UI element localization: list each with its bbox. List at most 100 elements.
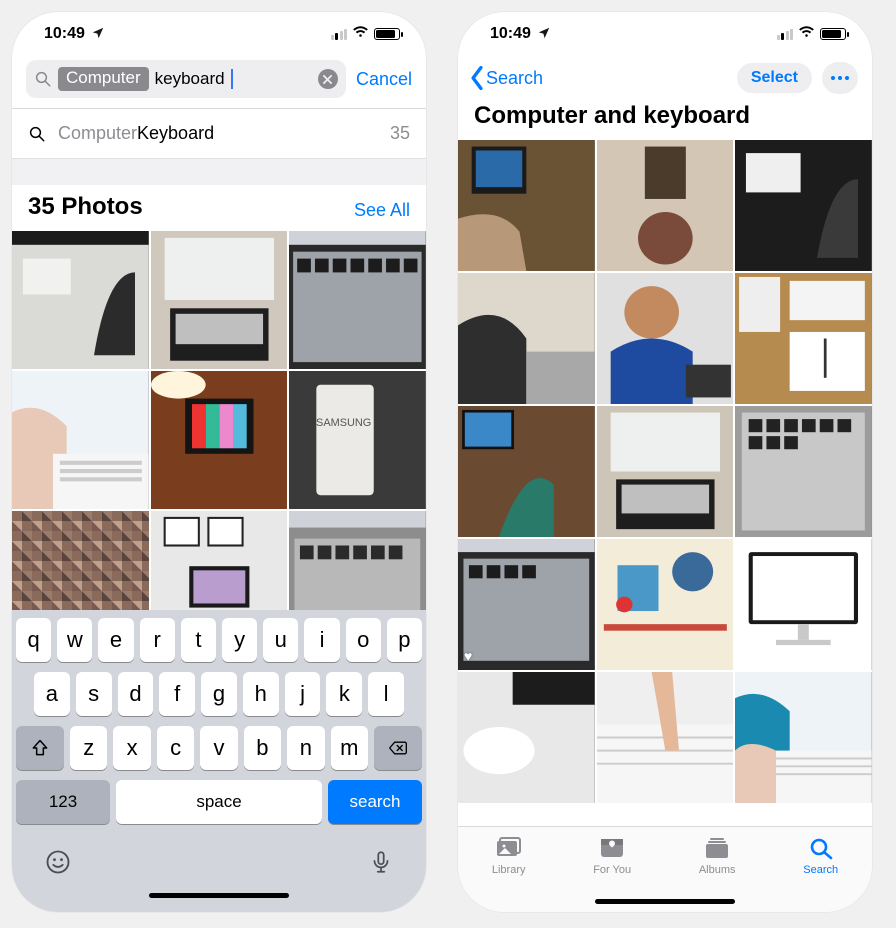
photo-thumb[interactable] [458, 406, 595, 537]
key-s[interactable]: s [76, 672, 112, 716]
key-f[interactable]: f [159, 672, 195, 716]
photo-thumb[interactable] [289, 231, 426, 369]
key-z[interactable]: z [70, 726, 107, 770]
status-bar: 10:49 [458, 12, 872, 56]
home-indicator[interactable] [595, 899, 735, 904]
key-a[interactable]: a [34, 672, 70, 716]
tab-bar: Library For You Albums Search [458, 826, 872, 912]
photo-thumb[interactable] [12, 231, 149, 369]
search-suggestion-row[interactable]: Computer Keyboard 35 [12, 109, 426, 159]
search-key[interactable]: search [328, 780, 422, 824]
clear-search-button[interactable] [318, 69, 338, 89]
photo-thumb[interactable] [597, 672, 734, 803]
photo-thumb[interactable] [458, 140, 595, 271]
photo-thumb[interactable] [151, 371, 288, 509]
photo-thumb[interactable] [12, 371, 149, 509]
key-p[interactable]: p [387, 618, 422, 662]
dictation-button[interactable] [368, 849, 394, 882]
select-button[interactable]: Select [737, 63, 812, 93]
key-o[interactable]: o [346, 618, 381, 662]
cellular-icon [331, 29, 348, 40]
suggestion-match: Keyboard [137, 123, 214, 144]
search-typed-text: keyboard [155, 69, 225, 89]
location-icon [537, 26, 551, 43]
key-c[interactable]: c [157, 726, 194, 770]
key-q[interactable]: q [16, 618, 51, 662]
photo-thumb[interactable] [735, 539, 872, 670]
photo-thumb[interactable] [458, 273, 595, 404]
photo-thumb[interactable] [597, 539, 734, 670]
more-menu-button[interactable] [822, 62, 858, 94]
keyboard: qwertyuiop asdfghjkl zxcvbnm 123 space s… [12, 610, 426, 912]
photo-grid: SAMSUNG [12, 231, 426, 610]
key-l[interactable]: l [368, 672, 404, 716]
svg-text:SAMSUNG: SAMSUNG [316, 417, 371, 429]
home-indicator[interactable] [149, 893, 289, 898]
search-chip-computer[interactable]: Computer [58, 67, 149, 91]
delete-key[interactable] [374, 726, 422, 770]
photo-thumb[interactable] [597, 273, 734, 404]
phone-results-screen: 10:49 Search Select Computer and keyboar… [458, 12, 872, 912]
key-d[interactable]: d [118, 672, 154, 716]
photo-grid: ♥ [458, 140, 872, 826]
search-field-row: Computer keyboard Cancel [12, 56, 426, 109]
key-m[interactable]: m [331, 726, 368, 770]
key-y[interactable]: y [222, 618, 257, 662]
photo-thumb[interactable] [289, 511, 426, 610]
key-t[interactable]: t [181, 618, 216, 662]
emoji-button[interactable] [44, 848, 72, 883]
search-icon [28, 125, 46, 143]
key-x[interactable]: x [113, 726, 150, 770]
tab-search[interactable]: Search [803, 835, 838, 912]
key-e[interactable]: e [98, 618, 133, 662]
shift-key[interactable] [16, 726, 64, 770]
phone-search-screen: 10:49 Computer keyboard Cancel [12, 12, 426, 912]
key-w[interactable]: w [57, 618, 92, 662]
photos-count-heading: 35 Photos [28, 193, 143, 221]
cellular-icon [777, 29, 794, 40]
photo-thumb[interactable] [735, 140, 872, 271]
photo-thumb[interactable] [458, 672, 595, 803]
photo-thumb[interactable] [735, 672, 872, 803]
photo-thumb[interactable] [597, 140, 734, 271]
photo-thumb[interactable] [597, 406, 734, 537]
photo-thumb[interactable]: ♥ [458, 539, 595, 670]
tab-library[interactable]: Library [492, 835, 526, 912]
photo-thumb[interactable] [735, 273, 872, 404]
tab-label: Albums [699, 864, 736, 876]
photo-thumb[interactable] [151, 511, 288, 610]
tab-label: Search [803, 864, 838, 876]
photo-thumb[interactable]: SAMSUNG [289, 371, 426, 509]
space-key[interactable]: space [116, 780, 322, 824]
key-g[interactable]: g [201, 672, 237, 716]
key-v[interactable]: v [200, 726, 237, 770]
photo-thumb[interactable] [12, 511, 149, 610]
battery-icon [374, 28, 400, 40]
battery-icon [820, 28, 846, 40]
status-bar: 10:49 [12, 12, 426, 56]
back-button[interactable]: Search [468, 65, 543, 91]
favorite-icon: ♥ [464, 648, 472, 664]
tab-label: Library [492, 864, 526, 876]
wifi-icon [798, 25, 815, 43]
key-j[interactable]: j [285, 672, 321, 716]
status-time: 10:49 [490, 25, 531, 43]
photo-thumb[interactable] [151, 231, 288, 369]
photo-thumb[interactable] [735, 406, 872, 537]
see-all-button[interactable]: See All [354, 200, 410, 221]
number-key[interactable]: 123 [16, 780, 110, 824]
suggestion-count: 35 [390, 123, 410, 144]
search-field[interactable]: Computer keyboard [26, 60, 346, 98]
back-label: Search [486, 68, 543, 89]
cancel-button[interactable]: Cancel [356, 69, 412, 90]
photos-section-header: 35 Photos See All [12, 185, 426, 231]
key-i[interactable]: i [304, 618, 339, 662]
tab-label: For You [593, 864, 631, 876]
key-b[interactable]: b [244, 726, 281, 770]
key-u[interactable]: u [263, 618, 298, 662]
key-n[interactable]: n [287, 726, 324, 770]
key-k[interactable]: k [326, 672, 362, 716]
section-gap [12, 159, 426, 185]
key-h[interactable]: h [243, 672, 279, 716]
key-r[interactable]: r [140, 618, 175, 662]
